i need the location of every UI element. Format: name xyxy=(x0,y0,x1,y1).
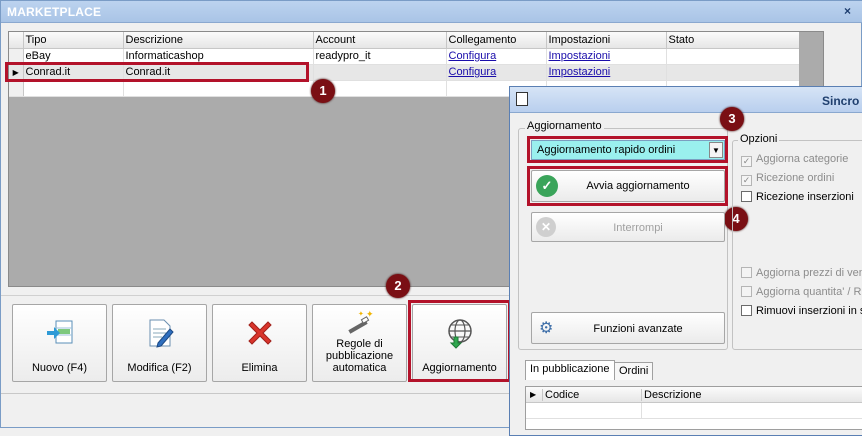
avvia-label: Avvia aggiornamento xyxy=(586,180,690,192)
cell-stato[interactable] xyxy=(666,48,801,65)
cell-impostazioni: Impostazioni xyxy=(546,64,667,81)
funzioni-label: Funzioni avanzate xyxy=(593,323,683,335)
cell-account[interactable] xyxy=(313,64,447,81)
tab-ordini[interactable]: Ordini xyxy=(614,362,654,380)
aggiornamento-group-label: Aggiornamento xyxy=(525,120,604,132)
subgrid-header: ▶ Codice Descrizione xyxy=(526,387,862,403)
aggiornamento-label: Aggiornamento xyxy=(422,362,497,374)
row-indicator xyxy=(9,48,24,65)
checkbox-icon xyxy=(741,286,752,297)
column-header-collegamento[interactable]: Collegamento xyxy=(446,32,547,49)
modifica-label: Modifica (F2) xyxy=(127,362,192,374)
regole-label: Regole di pubblicazione automatica xyxy=(325,338,394,374)
close-icon[interactable]: × xyxy=(844,4,851,18)
cell-empty[interactable] xyxy=(123,80,314,97)
cell-collegamento: Configura xyxy=(446,64,547,81)
delete-x-icon xyxy=(244,317,276,352)
svg-text:✦: ✦ xyxy=(358,310,364,318)
checkbox-icon xyxy=(741,191,752,202)
row-indicator-arrow-icon: ▶ xyxy=(9,64,24,81)
nuovo-button[interactable]: Nuovo (F4) xyxy=(12,304,107,382)
subgrid-empty-row[interactable] xyxy=(526,403,862,419)
elimina-label: Elimina xyxy=(241,362,278,374)
cell-descrizione[interactable]: Conrad.it xyxy=(123,64,314,81)
dialog-title: Sincro xyxy=(822,94,860,108)
chevron-down-icon[interactable]: ▼ xyxy=(709,142,723,158)
option-label: Aggiorna prezzi di ven xyxy=(756,267,862,279)
impostazioni-link[interactable]: Impostazioni xyxy=(549,66,611,78)
funzioni-avanzate-button[interactable]: ⚙ Funzioni avanzate xyxy=(531,312,725,344)
new-record-icon xyxy=(44,317,76,352)
option-ricezione-inserzioni[interactable]: Ricezione inserzioni xyxy=(741,191,854,203)
subgrid-cell-divider xyxy=(641,403,642,419)
row-indicator xyxy=(9,80,24,97)
checkbox-checked-icon: ✓ xyxy=(741,175,752,186)
configura-link[interactable]: Configura xyxy=(449,50,497,62)
impostazioni-link[interactable]: Impostazioni xyxy=(549,50,611,62)
option-label: Aggiorna categorie xyxy=(756,153,849,165)
table-row[interactable]: eBay Informaticashop readypro_it Configu… xyxy=(9,48,801,65)
cell-empty[interactable] xyxy=(23,80,124,97)
update-type-select[interactable]: Aggiornamento rapido ordini ▼ xyxy=(531,140,725,160)
column-header-descrizione[interactable]: Descrizione xyxy=(641,389,862,401)
modifica-button[interactable]: Modifica (F2) xyxy=(112,304,207,382)
avvia-aggiornamento-button[interactable]: ✓ Avvia aggiornamento xyxy=(531,170,725,202)
dialog-window-icon xyxy=(516,92,528,106)
option-rimuovi-inserzioni[interactable]: Rimuovi inserzioni in st xyxy=(741,305,862,317)
table-row-selected[interactable]: ▶ Conrad.it Conrad.it Configura Impostaz… xyxy=(9,64,801,81)
checkbox-icon xyxy=(741,305,752,316)
cell-tipo[interactable]: Conrad.it xyxy=(23,64,124,81)
option-aggiorna-quantita[interactable]: Aggiorna quantita' / R xyxy=(741,286,861,298)
magic-wand-icon: ✦ ✦ xyxy=(344,309,376,340)
interrompi-label: Interrompi xyxy=(613,222,663,234)
configura-link[interactable]: Configura xyxy=(449,66,497,78)
column-header-codice[interactable]: Codice xyxy=(542,389,642,401)
update-type-value: Aggiornamento rapido ordini xyxy=(537,144,676,156)
title-bar: MARKETPLACE × xyxy=(1,1,862,23)
step-badge-3: 3 xyxy=(720,107,744,131)
opzioni-group-label: Opzioni xyxy=(738,133,780,145)
option-ricezione-ordini[interactable]: ✓ Ricezione ordini xyxy=(741,172,834,186)
column-header-impostazioni[interactable]: Impostazioni xyxy=(546,32,667,49)
grid-header-row: Tipo Descrizione Account Collegamento Im… xyxy=(9,32,801,49)
option-label: Ricezione ordini xyxy=(756,172,835,184)
cell-stato[interactable] xyxy=(666,64,801,81)
cell-descrizione[interactable]: Informaticashop xyxy=(123,48,314,65)
grid-header-indicator xyxy=(9,32,24,49)
cell-tipo[interactable]: eBay xyxy=(23,48,124,65)
globe-download-icon xyxy=(444,317,476,352)
column-header-tipo[interactable]: Tipo xyxy=(23,32,124,49)
cell-collegamento: Configura xyxy=(446,48,547,65)
option-label: Ricezione inserzioni xyxy=(756,191,854,203)
elimina-button[interactable]: Elimina xyxy=(212,304,307,382)
step-badge-2: 2 xyxy=(386,274,410,298)
dialog-title-bar: Sincro xyxy=(510,87,862,113)
interrompi-button[interactable]: ✕ Interrompi xyxy=(531,212,725,242)
regole-button[interactable]: ✦ ✦ Regole di pubblicazione automatica xyxy=(312,304,407,382)
checkbox-checked-icon: ✓ xyxy=(741,156,752,167)
edit-document-icon xyxy=(144,317,176,352)
option-label: Aggiorna quantita' / R xyxy=(756,286,862,298)
svg-text:✦: ✦ xyxy=(366,310,374,320)
option-aggiorna-prezzi[interactable]: Aggiorna prezzi di ven xyxy=(741,267,862,279)
column-header-stato[interactable]: Stato xyxy=(666,32,801,49)
cell-account[interactable]: readypro_it xyxy=(313,48,447,65)
window-title: MARKETPLACE xyxy=(7,5,102,19)
step-badge-1: 1 xyxy=(311,79,335,103)
column-header-account[interactable]: Account xyxy=(313,32,447,49)
cell-impostazioni: Impostazioni xyxy=(546,48,667,65)
tab-in-pubblicazione[interactable]: In pubblicazione xyxy=(525,360,615,380)
option-aggiorna-categorie[interactable]: ✓ Aggiorna categorie xyxy=(741,153,848,167)
option-label: Rimuovi inserzioni in st xyxy=(756,305,862,317)
checkbox-icon xyxy=(741,267,752,278)
row-indicator-arrow-icon: ▶ xyxy=(530,390,537,399)
publications-grid: ▶ Codice Descrizione xyxy=(525,386,862,430)
nuovo-label: Nuovo (F4) xyxy=(31,362,88,374)
column-header-descrizione[interactable]: Descrizione xyxy=(123,32,314,49)
aggiornamento-button[interactable]: Aggiornamento xyxy=(412,304,507,382)
